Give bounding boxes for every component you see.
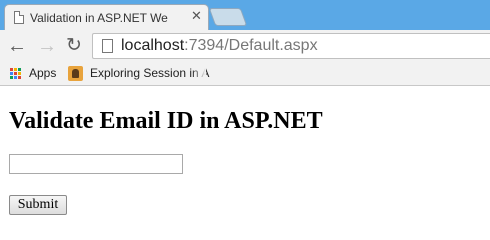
back-arrow-icon[interactable]: ← xyxy=(7,35,27,57)
forward-arrow-icon[interactable]: → xyxy=(37,35,57,57)
page-content: Validate Email ID in ASP.NET Submit xyxy=(0,86,490,224)
close-tab-icon[interactable]: ✕ xyxy=(191,9,202,23)
page-heading: Validate Email ID in ASP.NET xyxy=(9,108,323,134)
active-tab[interactable]: Validation in ASP.NET We ✕ xyxy=(4,4,209,31)
bookmarks-bar: Apps Exploring Session in A xyxy=(0,62,490,86)
bookmark-favicon xyxy=(68,66,83,81)
reload-icon[interactable]: ↻ xyxy=(66,35,82,57)
email-input[interactable] xyxy=(9,154,183,174)
bookmark-apps[interactable]: Apps xyxy=(29,66,56,80)
url-host: localhost xyxy=(121,37,185,54)
apps-grid-icon[interactable] xyxy=(10,68,21,79)
tab-strip: Validation in ASP.NET We ✕ xyxy=(0,0,490,31)
page-icon xyxy=(14,11,24,24)
page-info-icon[interactable] xyxy=(102,39,113,53)
url-path: :7394/Default.aspx xyxy=(184,37,318,54)
new-tab-button[interactable] xyxy=(208,8,248,26)
bookmark-fade xyxy=(192,66,206,82)
browser-toolbar: ← → ↻ localhost:7394/Default.aspx xyxy=(0,30,490,62)
tab-title: Validation in ASP.NET We xyxy=(30,11,168,25)
address-bar[interactable]: localhost:7394/Default.aspx xyxy=(92,33,490,59)
address-url: localhost:7394/Default.aspx xyxy=(121,37,318,55)
submit-button[interactable]: Submit xyxy=(9,195,67,215)
